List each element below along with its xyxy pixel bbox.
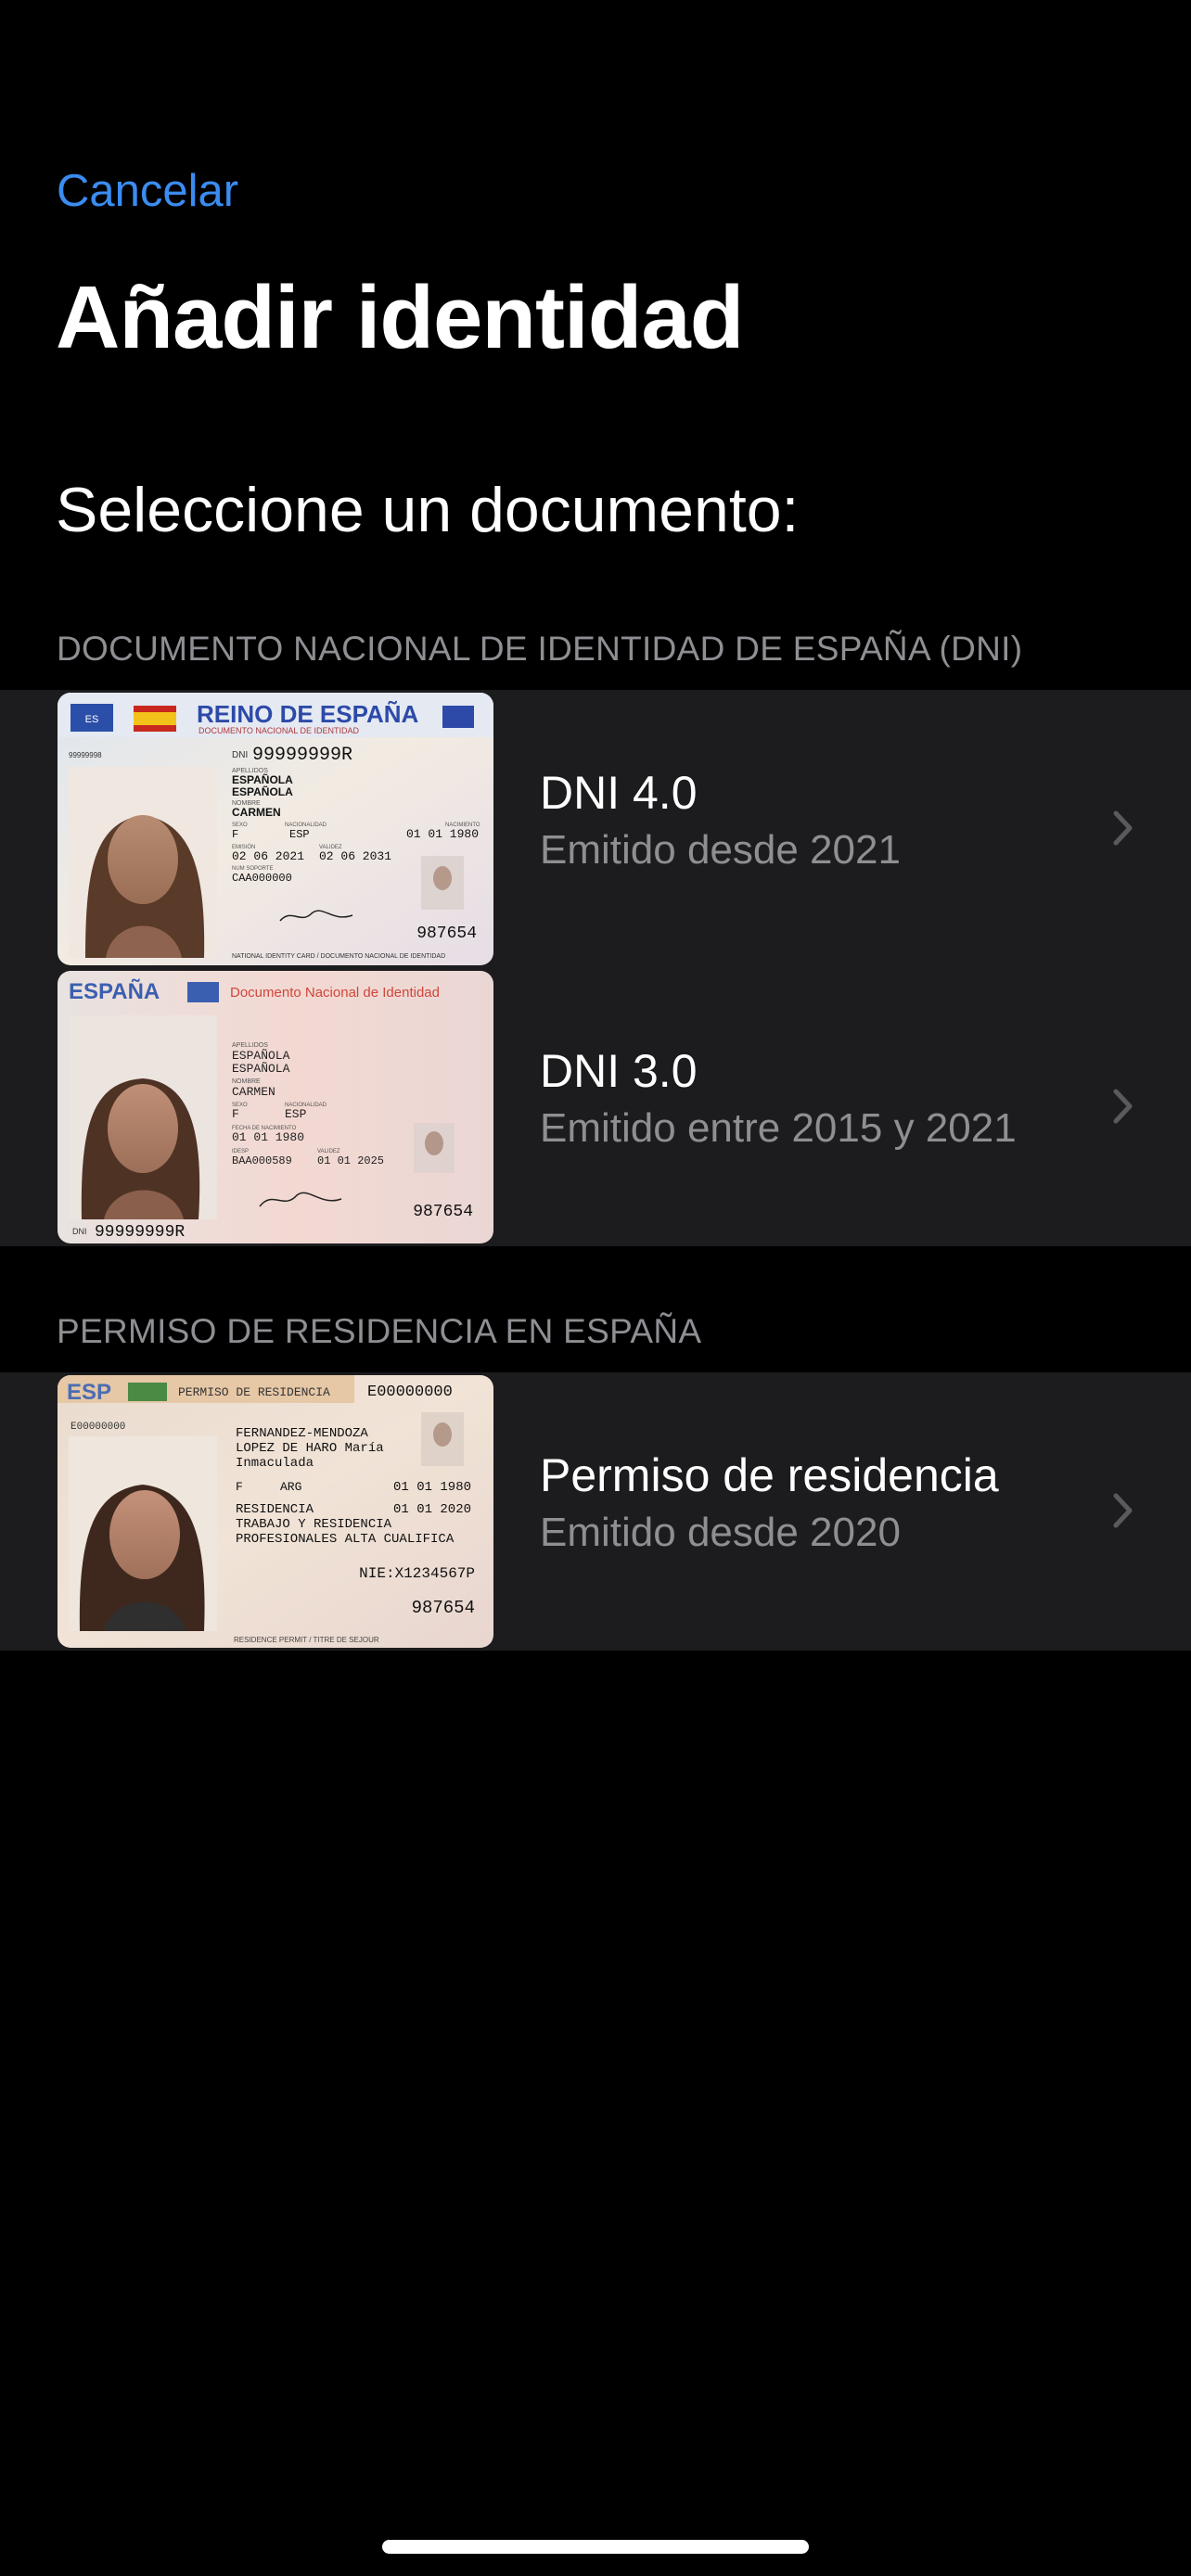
svg-text:CARMEN: CARMEN (232, 806, 281, 819)
dni-4-subtitle: Emitido desde 2021 (540, 827, 901, 873)
svg-text:ESP: ESP (67, 1380, 111, 1405)
residence-permit-card-image: ESP PERMISO DE RESIDENCIA E00000000 E000… (58, 1375, 493, 1648)
svg-text:ESPAÑA: ESPAÑA (69, 978, 160, 1004)
svg-text:CAA000000: CAA000000 (232, 872, 292, 885)
svg-text:ESPAÑOLA: ESPAÑOLA (232, 784, 293, 798)
svg-text:01 01 2025: 01 01 2025 (317, 1154, 384, 1167)
svg-text:ESPAÑOLA: ESPAÑOLA (232, 1049, 290, 1063)
page-subtitle: Seleccione un documento: (56, 475, 800, 545)
svg-text:F: F (232, 828, 238, 841)
svg-text:01 01 1980: 01 01 1980 (406, 827, 479, 841)
dni-4-title: DNI 4.0 (540, 767, 698, 819)
list-item-residence-permit[interactable]: ESP PERMISO DE RESIDENCIA E00000000 E000… (0, 1372, 1191, 1651)
dni-4-card-image: ES REINO DE ESPAÑA DOCUMENTO NACIONAL DE… (58, 693, 493, 965)
svg-text:ESP: ESP (289, 828, 310, 841)
svg-text:E00000000: E00000000 (367, 1384, 453, 1401)
list-item-dni-3[interactable]: ESPAÑA Documento Nacional de Identidad A… (0, 968, 1191, 1246)
svg-text:02 06 2021: 02 06 2021 (232, 849, 304, 863)
svg-text:01 01 1980: 01 01 1980 (393, 1480, 471, 1495)
home-indicator[interactable] (382, 2540, 809, 2554)
svg-text:RESIDENCE PERMIT / TITRE DE SE: RESIDENCE PERMIT / TITRE DE SEJOUR (234, 1636, 379, 1644)
svg-text:ES: ES (85, 714, 99, 725)
svg-text:RESIDENCIA: RESIDENCIA (236, 1502, 314, 1517)
residence-permit-title: Permiso de residencia (540, 1449, 999, 1501)
svg-text:BAA000589: BAA000589 (232, 1154, 292, 1167)
svg-text:REINO DE ESPAÑA: REINO DE ESPAÑA (197, 700, 419, 728)
section-header-dni: DOCUMENTO NACIONAL DE IDENTIDAD DE ESPAÑ… (57, 630, 1023, 668)
page-title: Añadir identidad (56, 268, 744, 367)
chevron-right-icon (1113, 810, 1133, 846)
svg-text:F: F (236, 1480, 243, 1494)
svg-text:DNI: DNI (72, 1227, 87, 1236)
svg-text:02 06 2031: 02 06 2031 (319, 849, 391, 863)
svg-text:FERNANDEZ-MENDOZA: FERNANDEZ-MENDOZA (236, 1426, 368, 1441)
svg-text:DNI: DNI (232, 750, 248, 760)
svg-text:PERMISO DE RESIDENCIA: PERMISO DE RESIDENCIA (178, 1385, 330, 1399)
residence-permit-subtitle: Emitido desde 2020 (540, 1510, 901, 1555)
svg-text:ESPAÑOLA: ESPAÑOLA (232, 1062, 290, 1076)
svg-text:F: F (232, 1107, 239, 1121)
chevron-right-icon (1113, 1089, 1133, 1124)
svg-text:NIE:X1234567P: NIE:X1234567P (359, 1565, 475, 1582)
svg-text:TRABAJO Y RESIDENCIA: TRABAJO Y RESIDENCIA (236, 1517, 392, 1532)
chevron-right-icon (1113, 1493, 1133, 1528)
cancel-button[interactable]: Cancelar (57, 163, 238, 219)
svg-text:Documento Nacional de Identida: Documento Nacional de Identidad (230, 985, 440, 1001)
svg-text:CARMEN: CARMEN (232, 1085, 275, 1099)
svg-text:ESP: ESP (285, 1107, 307, 1121)
svg-text:01 01 2020: 01 01 2020 (393, 1502, 471, 1517)
svg-text:01 01 1980: 01 01 1980 (232, 1130, 304, 1144)
svg-text:NOMBRE: NOMBRE (232, 1078, 261, 1085)
dni-document-list: ES REINO DE ESPAÑA DOCUMENTO NACIONAL DE… (0, 690, 1191, 1246)
svg-text:DOCUMENTO NACIONAL DE IDENTIDA: DOCUMENTO NACIONAL DE IDENTIDAD (198, 726, 360, 735)
svg-text:987654: 987654 (412, 1598, 475, 1618)
svg-text:Inmaculada: Inmaculada (236, 1456, 314, 1471)
svg-text:99999999R: 99999999R (252, 745, 352, 766)
list-item-dni-4[interactable]: ES REINO DE ESPAÑA DOCUMENTO NACIONAL DE… (0, 690, 1191, 968)
dni-3-title: DNI 3.0 (540, 1045, 698, 1097)
svg-text:PROFESIONALES ALTA CUALIFICA: PROFESIONALES ALTA CUALIFICA (236, 1532, 455, 1547)
svg-text:987654: 987654 (413, 1203, 473, 1221)
svg-text:ESPAÑOLA: ESPAÑOLA (232, 772, 293, 786)
section-header-residence: PERMISO DE RESIDENCIA EN ESPAÑA (57, 1312, 702, 1350)
svg-text:APELLIDOS: APELLIDOS (232, 1042, 268, 1049)
svg-text:NATIONAL IDENTITY CARD / DOCUM: NATIONAL IDENTITY CARD / DOCUMENTO NACIO… (232, 953, 445, 960)
residence-document-list: ESP PERMISO DE RESIDENCIA E00000000 E000… (0, 1372, 1191, 1651)
svg-text:LOPEZ DE HARO María: LOPEZ DE HARO María (236, 1441, 384, 1456)
dni-3-card-image: ESPAÑA Documento Nacional de Identidad A… (58, 971, 493, 1243)
svg-text:99999999R: 99999999R (95, 1223, 185, 1242)
svg-text:ARG: ARG (280, 1480, 301, 1494)
svg-text:99999998: 99999998 (69, 751, 102, 759)
dni-3-subtitle: Emitido entre 2015 y 2021 (540, 1105, 1017, 1151)
svg-text:E00000000: E00000000 (70, 1422, 125, 1433)
svg-text:987654: 987654 (416, 925, 477, 943)
